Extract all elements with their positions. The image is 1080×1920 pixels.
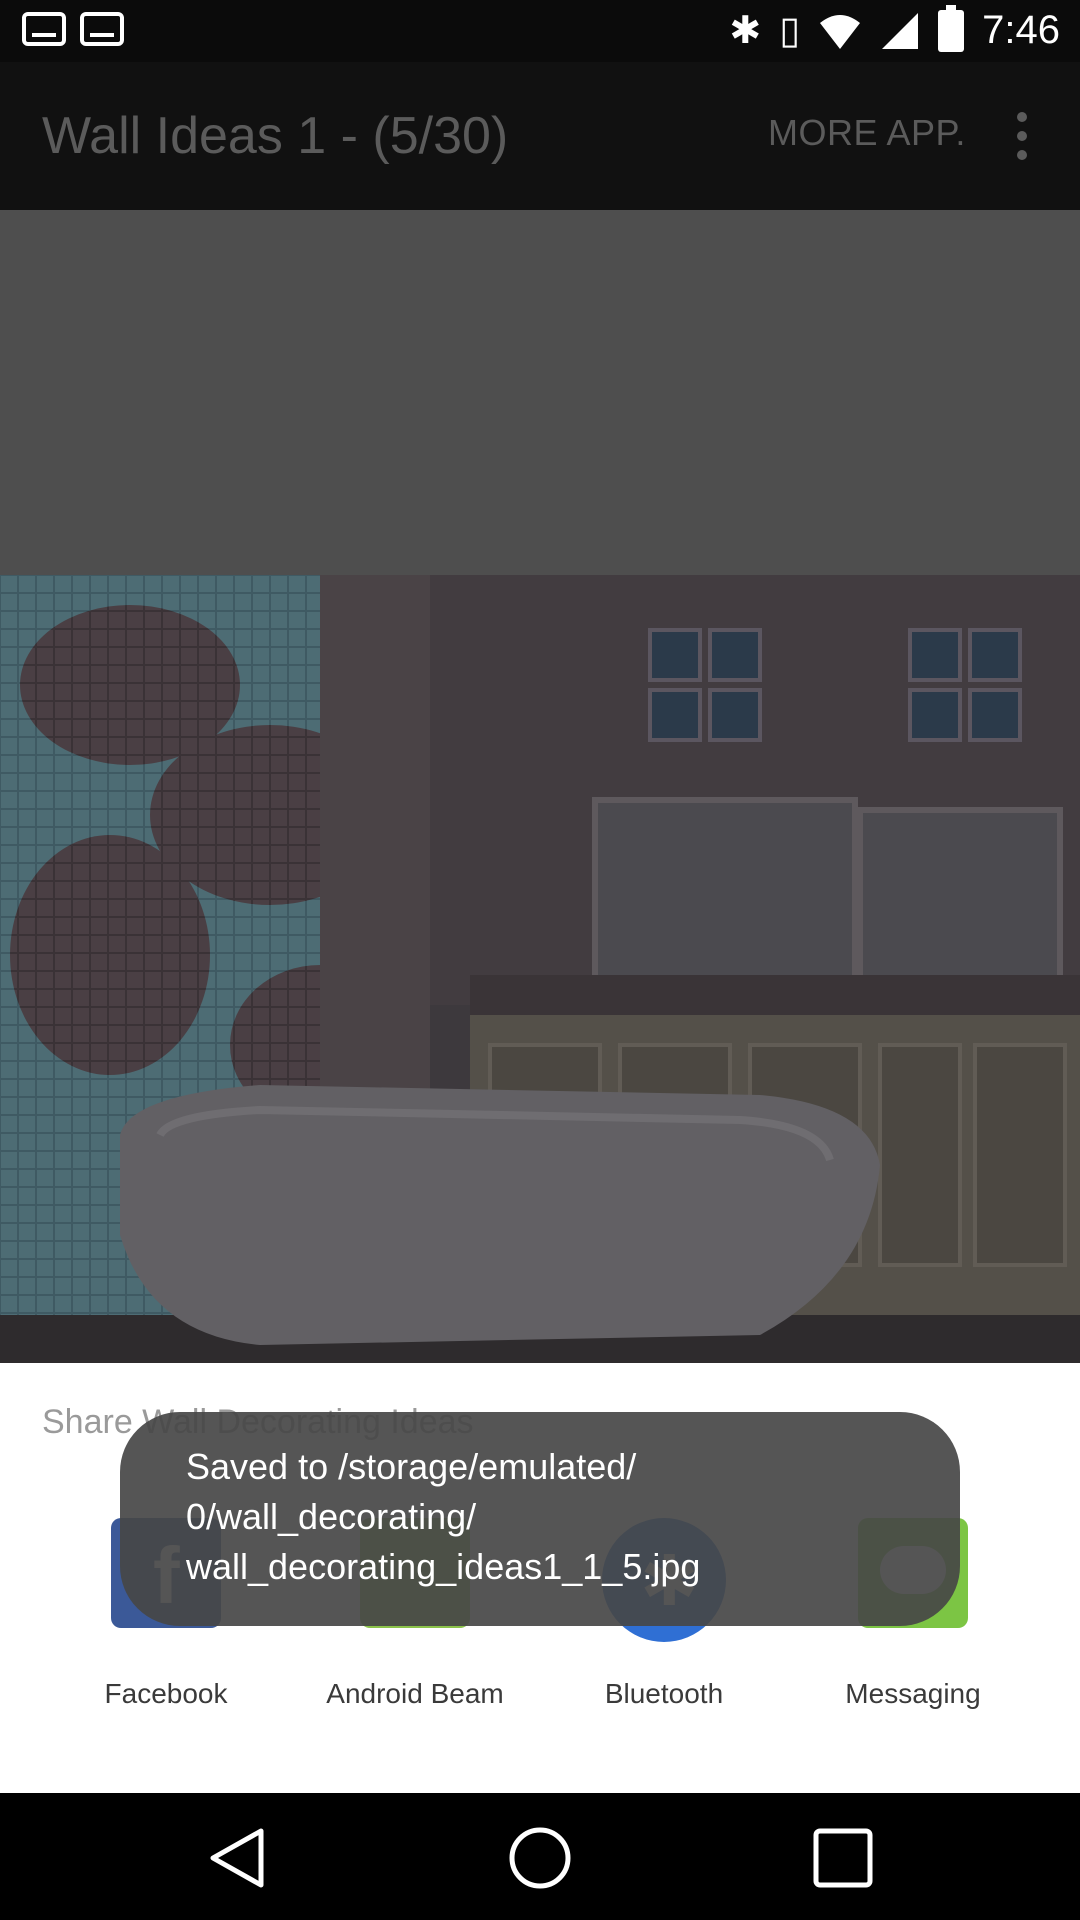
more-app-button[interactable]: MORE APP. [768,112,966,154]
status-left [22,12,124,46]
overflow-menu-icon[interactable] [1010,112,1034,172]
bluetooth-icon: ✱ [729,9,762,52]
status-bar: ✱ ▯ 7:46 [0,0,1080,62]
back-icon[interactable] [203,1823,273,1893]
home-icon[interactable] [505,1823,575,1893]
recents-icon[interactable] [808,1823,878,1893]
app-title: Wall Ideas 1 - (5/30) [42,107,509,165]
status-right: ✱ ▯ 7:46 [729,4,1060,53]
share-option-label: Android Beam [326,1678,504,1709]
app-bar: Wall Ideas 1 - (5/30) MORE APP. [0,62,1080,210]
toast-line: wall_decorating_ideas1_1_5.jpg [186,1546,701,1587]
notification-icon [80,12,124,46]
toast-line: 0/wall_decorating/ [186,1496,477,1537]
navigation-bar [0,1793,1080,1920]
wall-decorating-photo [0,575,1080,1363]
wifi-icon [820,14,861,49]
status-time: 7:46 [982,8,1060,52]
share-option-label: Bluetooth [604,1678,724,1709]
signal-icon [882,12,919,49]
vibrate-icon: ▯ [779,9,801,52]
share-option-label: Messaging [845,1678,981,1709]
content-background [0,210,1080,575]
saved-toast: Saved to /storage/emulated/ 0/wall_decor… [120,1412,960,1626]
toast-line: Saved to /storage/emulated/ [186,1446,637,1487]
battery-icon [938,4,965,52]
share-option-label: Facebook [104,1678,228,1709]
notification-icon [22,12,66,46]
